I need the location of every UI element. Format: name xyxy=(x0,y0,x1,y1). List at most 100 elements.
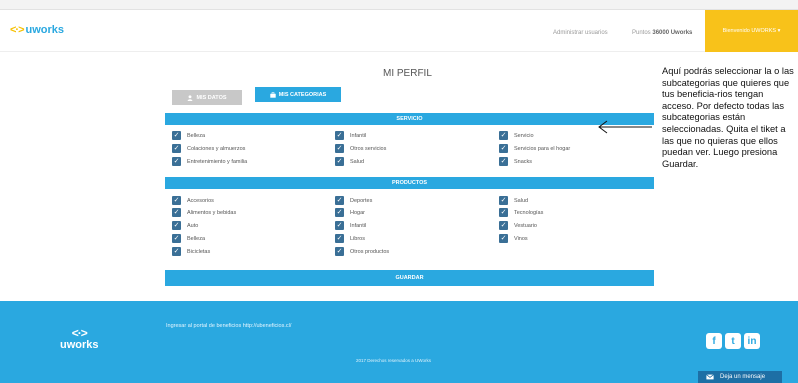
footer-logo[interactable]: <·> uworks xyxy=(60,326,99,351)
points-display: Puntos 36000 Uworks xyxy=(632,30,692,36)
checkbox-checked-icon[interactable]: ✓ xyxy=(172,157,181,166)
linkedin-icon[interactable]: in xyxy=(744,333,760,349)
admin-users-link[interactable]: Administrar usuarios xyxy=(553,30,608,36)
checkbox-checked-icon[interactable]: ✓ xyxy=(335,157,344,166)
checkbox-item[interactable]: ✓ Tecnologías xyxy=(499,208,543,217)
checkbox-label: Entretenimiento y familia xyxy=(187,158,248,165)
checkbox-label: Bicicletas xyxy=(187,248,211,255)
save-button[interactable]: GUARDAR xyxy=(165,270,654,286)
twitter-icon[interactable]: t xyxy=(725,333,741,349)
logo-mark-icon: <·> xyxy=(71,326,88,340)
checkbox-checked-icon[interactable]: ✓ xyxy=(499,157,508,166)
checkbox-item[interactable]: ✓ Otros servicios xyxy=(335,144,386,153)
checkbox-item[interactable]: ✓ Otros productos xyxy=(335,247,389,256)
logo-text: uworks xyxy=(25,24,65,36)
checkbox-item[interactable]: ✓ Libros xyxy=(335,234,365,243)
checkbox-checked-icon[interactable]: ✓ xyxy=(335,208,344,217)
checkbox-item[interactable]: ✓ Vinos xyxy=(499,234,528,243)
checkbox-checked-icon[interactable]: ✓ xyxy=(335,247,344,256)
checkbox-checked-icon[interactable]: ✓ xyxy=(172,221,181,230)
checkbox-checked-icon[interactable]: ✓ xyxy=(499,208,508,217)
checkbox-label: Deportes xyxy=(350,197,373,204)
checkbox-checked-icon[interactable]: ✓ xyxy=(172,131,181,140)
checkbox-item[interactable]: ✓ Hogar xyxy=(335,208,365,217)
instruction-note: Aquí podrás seleccionar la o las subcate… xyxy=(662,66,794,169)
checkbox-checked-icon[interactable]: ✓ xyxy=(172,234,181,243)
checkbox-label: Colaciones y almuerzos xyxy=(187,145,246,152)
envelope-icon xyxy=(706,374,714,380)
message-button-label: Deja un mensaje xyxy=(720,374,766,380)
checkbox-label: Vestuario xyxy=(514,222,537,229)
tab-label: MIS DATOS xyxy=(196,94,227,101)
checkbox-checked-icon[interactable]: ✓ xyxy=(499,131,508,140)
checkbox-checked-icon[interactable]: ✓ xyxy=(172,196,181,205)
site-header: <·> uworks Administrar usuarios Puntos 3… xyxy=(0,10,798,52)
checkbox-label: Alimentos y bebidas xyxy=(187,209,237,216)
checkbox-label: Tecnologías xyxy=(514,209,544,216)
tab-mis-datos[interactable]: MIS DATOS xyxy=(172,90,242,105)
checkbox-checked-icon[interactable]: ✓ xyxy=(335,234,344,243)
checkbox-item[interactable]: ✓ Auto xyxy=(172,221,198,230)
welcome-menu-button[interactable]: Bienvenido UWORKS ▾ xyxy=(705,10,798,52)
checkbox-checked-icon[interactable]: ✓ xyxy=(172,247,181,256)
checkbox-item[interactable]: ✓ Salud xyxy=(499,196,528,205)
checkbox-label: Otros productos xyxy=(350,248,390,255)
checkbox-checked-icon[interactable]: ✓ xyxy=(172,144,181,153)
portal-link[interactable]: Ingresar al portal de beneficios http://… xyxy=(166,323,291,329)
checkbox-checked-icon[interactable]: ✓ xyxy=(499,221,508,230)
points-value: 36000 Uworks xyxy=(652,30,693,36)
checkbox-item[interactable]: ✓ Servicios para el hogar xyxy=(499,144,570,153)
user-icon xyxy=(188,94,193,101)
checkbox-label: Accesorios xyxy=(187,197,214,204)
checkbox-item[interactable]: ✓ Alimentos y bebidas xyxy=(172,208,236,217)
checkbox-checked-icon[interactable]: ✓ xyxy=(499,144,508,153)
logo-mark-icon: <·> xyxy=(10,24,24,36)
checkbox-label: Snacks xyxy=(514,158,533,165)
checkbox-checked-icon[interactable]: ✓ xyxy=(335,144,344,153)
checkbox-label: Hogar xyxy=(350,209,365,216)
checkbox-label: Belleza xyxy=(187,132,206,139)
checkbox-item[interactable]: ✓ Infantil xyxy=(335,221,366,230)
briefcase-icon xyxy=(270,91,276,98)
checkbox-checked-icon[interactable]: ✓ xyxy=(172,208,181,217)
page: <·> uworks Administrar usuarios Puntos 3… xyxy=(0,0,798,383)
checkbox-item[interactable]: ✓ Salud xyxy=(335,157,364,166)
section-header-productos: PRODUCTOS xyxy=(165,177,654,189)
checkbox-item[interactable]: ✓ Snacks xyxy=(499,157,532,166)
checkbox-checked-icon[interactable]: ✓ xyxy=(335,131,344,140)
checkbox-item[interactable]: ✓ Infantil xyxy=(335,131,366,140)
checkbox-item[interactable]: ✓ Belleza xyxy=(172,234,205,243)
tab-label: MIS CATEGORIAS xyxy=(278,91,327,98)
checkbox-checked-icon[interactable]: ✓ xyxy=(499,234,508,243)
checkbox-checked-icon[interactable]: ✓ xyxy=(335,196,344,205)
checkbox-item[interactable]: ✓ Deportes xyxy=(335,196,372,205)
checkbox-item[interactable]: ✓ Vestuario xyxy=(499,221,537,230)
checkbox-item[interactable]: ✓ Belleza xyxy=(172,131,205,140)
checkbox-checked-icon[interactable]: ✓ xyxy=(499,196,508,205)
checkbox-label: Servicios para el hogar xyxy=(514,145,571,152)
checkbox-item[interactable]: ✓ Servicio xyxy=(499,131,534,140)
leave-message-button[interactable]: Deja un mensaje xyxy=(698,371,782,383)
checkbox-label: Belleza xyxy=(187,235,206,242)
checkbox-label: Infantil xyxy=(350,132,367,139)
checkbox-label: Auto xyxy=(187,222,199,229)
tab-mis-categorias[interactable]: MIS CATEGORIAS xyxy=(255,87,341,102)
checkbox-label: Salud xyxy=(514,197,529,204)
checkbox-label: Otros servicios xyxy=(350,145,387,152)
checkbox-item[interactable]: ✓ Entretenimiento y familia xyxy=(172,157,247,166)
site-footer xyxy=(0,301,798,383)
facebook-icon[interactable]: f xyxy=(706,333,722,349)
browser-chrome xyxy=(0,0,798,10)
copyright-text: 2017 Derechos reservados a UWorks xyxy=(356,358,431,363)
checkbox-item[interactable]: ✓ Colaciones y almuerzos xyxy=(172,144,245,153)
checkbox-label: Vinos xyxy=(514,235,528,242)
social-links: f t in xyxy=(706,333,760,349)
checkbox-checked-icon[interactable]: ✓ xyxy=(335,221,344,230)
checkbox-item[interactable]: ✓ Accesorios xyxy=(172,196,214,205)
checkbox-label: Infantil xyxy=(350,222,367,229)
section-header-servicio: SERVICIO xyxy=(165,113,654,125)
checkbox-label: Libros xyxy=(350,235,365,242)
uworks-logo[interactable]: <·> uworks xyxy=(10,24,64,36)
arrow-left-icon xyxy=(598,120,652,134)
checkbox-item[interactable]: ✓ Bicicletas xyxy=(172,247,210,256)
